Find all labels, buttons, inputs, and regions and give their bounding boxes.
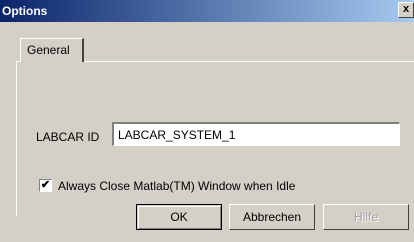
- tab-general[interactable]: General: [20, 38, 84, 62]
- title-bar[interactable]: Options x: [0, 0, 414, 22]
- tab-general-label: General: [27, 43, 70, 57]
- close-icon: x: [402, 3, 410, 15]
- tab-panel: [16, 61, 414, 216]
- close-button[interactable]: x: [398, 2, 414, 18]
- window-title: Options: [2, 4, 48, 18]
